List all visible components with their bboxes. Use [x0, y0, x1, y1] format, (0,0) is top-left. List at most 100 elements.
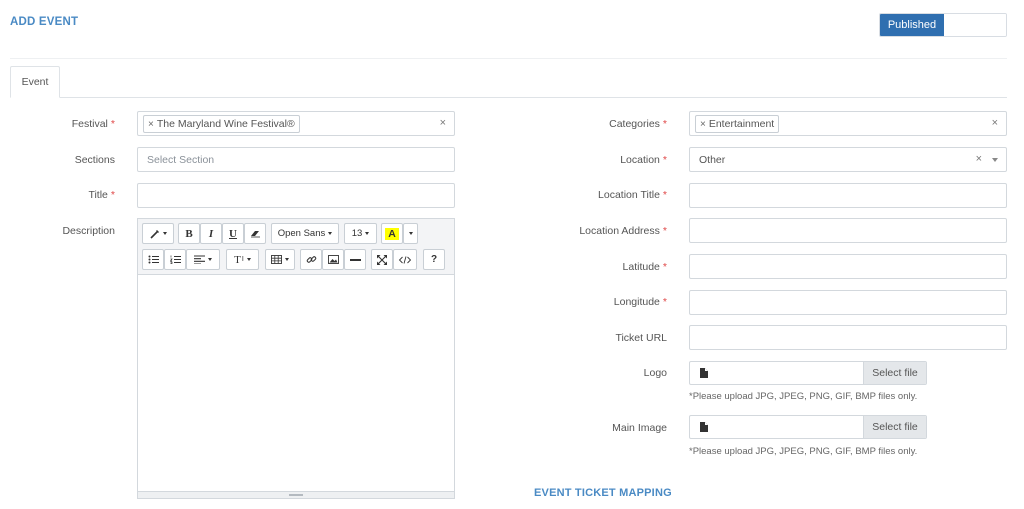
festival-tag-text: The Maryland Wine Festival®	[156, 118, 295, 130]
location-address-label-text: Location Address	[579, 225, 660, 237]
festival-clear-icon[interactable]: ×	[440, 117, 446, 129]
main-image-file-name-area[interactable]	[690, 416, 863, 438]
text-style-dropdown[interactable]: TI	[226, 249, 259, 270]
table-icon	[271, 255, 282, 264]
latitude-label-text: Latitude	[622, 261, 660, 273]
header-divider	[10, 58, 1007, 59]
underline-button[interactable]: U	[222, 223, 244, 244]
file-icon	[700, 422, 708, 432]
location-address-label: Location Address *	[560, 225, 667, 237]
latitude-input[interactable]	[689, 254, 1007, 279]
categories-label: Categories *	[560, 118, 667, 130]
categories-label-text: Categories	[609, 118, 660, 130]
page-title: ADD EVENT	[10, 16, 79, 28]
logo-help-text: *Please upload JPG, JPEG, PNG, GIF, BMP …	[689, 391, 918, 402]
published-toggle[interactable]: Published	[879, 13, 1007, 37]
main-image-label: Main Image	[612, 422, 667, 434]
longitude-label-text: Longitude	[613, 296, 660, 308]
logo-file-input[interactable]: Select file	[689, 361, 927, 385]
text-style-icon: T	[234, 253, 241, 266]
eraser-icon	[250, 231, 260, 238]
paragraph-align-dropdown[interactable]	[186, 249, 220, 270]
description-label: Description	[62, 225, 115, 237]
longitude-required-mark: *	[662, 296, 667, 308]
festival-tag: × The Maryland Wine Festival®	[143, 115, 300, 133]
published-toggle-on[interactable]: Published	[880, 14, 944, 36]
location-title-label: Location Title *	[560, 189, 667, 201]
code-view-button[interactable]	[393, 249, 417, 270]
title-label: Title *	[20, 189, 115, 201]
eraser-button[interactable]	[244, 223, 266, 244]
title-input[interactable]	[137, 183, 455, 208]
location-title-input[interactable]	[689, 183, 1007, 208]
festival-label: Festival *	[20, 118, 115, 130]
location-select[interactable]: Other ×	[689, 147, 1007, 172]
location-title-label-text: Location Title	[598, 189, 660, 201]
festival-required-mark: *	[110, 118, 115, 130]
horizontal-rule-button[interactable]	[344, 249, 366, 270]
ticket-url-label: Ticket URL	[615, 332, 667, 344]
editor-toolbar: B I U Open Sans 13 A TI ?	[138, 219, 454, 275]
categories-select[interactable]: × Entertainment ×	[689, 111, 1007, 136]
festival-label-text: Festival	[71, 118, 108, 130]
latitude-required-mark: *	[662, 261, 667, 273]
categories-clear-icon[interactable]: ×	[992, 117, 998, 129]
logo-file-name-area[interactable]	[690, 362, 863, 384]
location-address-required-mark: *	[662, 225, 667, 237]
title-label-text: Title	[88, 189, 108, 201]
logo-label: Logo	[643, 367, 667, 379]
location-value: Other	[699, 154, 726, 166]
unordered-list-button[interactable]	[142, 249, 164, 270]
sections-select[interactable]: Select Section	[137, 147, 455, 172]
text-color-button[interactable]: A	[381, 223, 403, 244]
magic-wand-icon	[149, 229, 159, 239]
location-title-required-mark: *	[662, 189, 667, 201]
text-color-dropdown[interactable]	[403, 223, 418, 244]
latitude-label: Latitude *	[560, 261, 667, 273]
bullet-list-icon	[148, 255, 159, 264]
festival-select[interactable]: × The Maryland Wine Festival® ×	[137, 111, 455, 136]
horizontal-rule-icon	[349, 258, 361, 261]
event-ticket-mapping-title: EVENT TICKET MAPPING	[534, 487, 672, 499]
font-size-value: 13	[351, 228, 363, 239]
location-required-mark: *	[662, 154, 667, 166]
published-toggle-off[interactable]	[944, 14, 1006, 36]
link-icon	[306, 256, 316, 263]
main-image-file-input[interactable]: Select file	[689, 415, 927, 439]
main-image-select-file-button[interactable]: Select file	[863, 416, 926, 438]
location-label-text: Location	[620, 154, 660, 166]
table-dropdown[interactable]	[265, 249, 295, 270]
description-editor[interactable]: B I U Open Sans 13 A TI ?	[137, 218, 455, 499]
image-button[interactable]	[322, 249, 344, 270]
categories-tag-remove[interactable]: ×	[700, 119, 706, 130]
title-required-mark: *	[110, 189, 115, 201]
categories-required-mark: *	[662, 118, 667, 130]
link-button[interactable]	[300, 249, 322, 270]
magic-style-button[interactable]	[142, 223, 174, 244]
fullscreen-button[interactable]	[371, 249, 393, 270]
location-address-input[interactable]	[689, 218, 1007, 243]
bold-button[interactable]: B	[178, 223, 200, 244]
logo-select-file-button[interactable]: Select file	[863, 362, 926, 384]
sections-label: Sections	[74, 154, 115, 166]
ticket-url-input[interactable]	[689, 325, 1007, 350]
location-clear-icon[interactable]: ×	[976, 153, 982, 165]
font-family-dropdown[interactable]: Open Sans	[271, 223, 339, 244]
editor-resize-bar[interactable]	[138, 491, 454, 498]
italic-button[interactable]: I	[200, 223, 222, 244]
festival-tag-remove[interactable]: ×	[148, 119, 154, 130]
main-image-help-text: *Please upload JPG, JPEG, PNG, GIF, BMP …	[689, 446, 918, 457]
sections-placeholder: Select Section	[147, 154, 215, 166]
font-size-dropdown[interactable]: 13	[344, 223, 377, 244]
ordered-list-button[interactable]	[164, 249, 186, 270]
categories-tag-text: Entertainment	[708, 118, 775, 130]
help-button[interactable]: ?	[423, 249, 445, 270]
location-chevron-down-icon[interactable]	[992, 158, 998, 162]
categories-tag: × Entertainment	[695, 115, 780, 133]
resize-grip-icon	[289, 494, 303, 496]
file-icon	[700, 368, 708, 378]
image-icon	[327, 255, 339, 264]
text-color-letter: A	[385, 227, 399, 240]
longitude-input[interactable]	[689, 290, 1007, 315]
tab-event[interactable]: Event	[10, 66, 60, 98]
